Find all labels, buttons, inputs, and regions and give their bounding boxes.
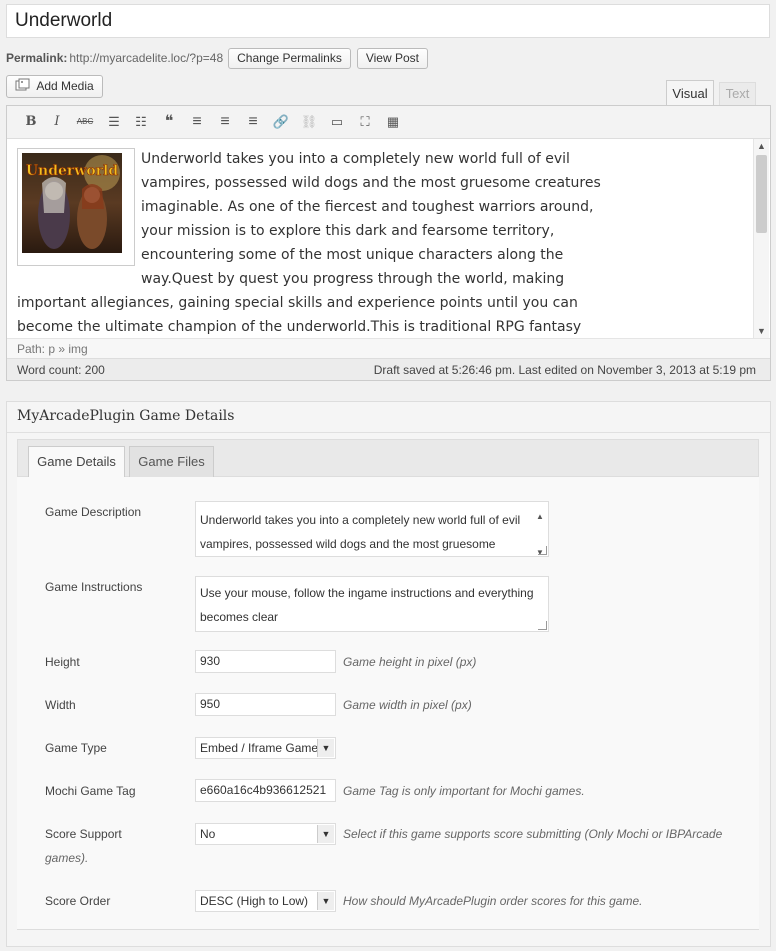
width-hint: Game width in pixel (px) [343,698,472,712]
score-order-select[interactable]: DESC (High to Low) ▼ [195,890,336,912]
score-order-hint: How should MyArcadePlugin order scores f… [343,894,643,908]
scroll-thumb[interactable] [756,155,767,233]
numbered-list-icon[interactable]: ☷ [131,112,151,132]
add-media-label: Add Media [36,79,94,93]
fullscreen-icon[interactable]: ⛶ [355,112,375,132]
blockquote-icon[interactable]: ❝ [159,112,179,132]
chevron-down-icon: ▼ [317,739,334,757]
metabox-title: MyArcadePlugin Game Details [17,408,235,424]
draft-status: Draft saved at 5:26:46 pm. Last edited o… [373,363,756,377]
height-input[interactable]: 930 [195,650,336,673]
bold-icon[interactable]: B [21,112,41,132]
editor-content-area[interactable]: Underworld Underworld takes you into a c… [7,139,755,338]
score-support-value: No [200,827,216,841]
game-description-textarea[interactable]: Underworld takes you into a completely n… [195,501,549,557]
chevron-down-icon: ▼ [317,892,334,910]
change-permalinks-button[interactable]: Change Permalinks [228,47,351,69]
score-support-select[interactable]: No ▼ [195,823,336,845]
align-right-icon[interactable]: ≡ [243,112,263,132]
unlink-icon[interactable]: ⛓ [299,112,319,132]
game-type-label: Game Type [45,741,107,755]
game-details-metabox: MyArcadePlugin Game Details Game Details… [6,401,771,947]
game-logo-text: Underworld [26,163,119,179]
italic-icon[interactable]: I [47,112,67,132]
tab-visual[interactable]: Visual [666,80,714,105]
game-thumbnail-image[interactable]: Underworld [17,148,135,266]
form-bottom-divider [17,929,759,930]
chevron-down-icon: ▼ [317,825,334,843]
score-support-label: Score Support [45,827,122,841]
editor-scrollbar[interactable]: ▲ ▼ [753,139,769,338]
game-tabs: Game Details Game Files [17,439,759,478]
view-post-button[interactable]: View Post [356,47,428,69]
score-order-label: Score Order [45,894,111,908]
game-instructions-label: Game Instructions [45,580,143,594]
game-details-form: Game Description Underworld takes you in… [17,477,759,929]
tab-game-files[interactable]: Game Files [129,446,214,477]
scroll-down-icon[interactable]: ▼ [754,324,769,338]
height-hint: Game height in pixel (px) [343,655,477,669]
permalink-row: Permalink: http://myarcadelite.loc/?p=48… [6,47,428,69]
editor-status-bar: Word count: 200 Draft saved at 5:26:46 p… [7,358,770,380]
game-instructions-value: Use your mouse, follow the ingame instru… [200,586,534,624]
game-instructions-textarea[interactable]: Use your mouse, follow the ingame instru… [195,576,549,632]
post-title-input[interactable]: Underworld [6,4,770,38]
mochi-tag-label: Mochi Game Tag [45,784,136,798]
game-description-value: Underworld takes you into a completely n… [200,513,521,551]
resize-grip-icon[interactable] [538,621,547,630]
tab-text[interactable]: Text [719,82,756,105]
media-icon [15,78,31,96]
game-description-label: Game Description [45,505,142,519]
link-icon[interactable]: 🔗 [271,112,291,132]
mochi-tag-input[interactable]: e660a16c4b936612521 [195,779,336,802]
align-left-icon[interactable]: ≡ [187,112,207,132]
score-support-hint: Select if this game supports score submi… [343,827,723,841]
more-tag-icon[interactable]: ▭ [327,112,347,132]
editor-toolbar: B I ABC ☰ ☷ ❝ ≡ ≡ ≡ 🔗 ⛓ ▭ ⛶ ▦ [7,106,770,139]
align-center-icon[interactable]: ≡ [215,112,235,132]
game-type-select[interactable]: Embed / Iframe Game ▼ [195,737,336,759]
permalink-url[interactable]: http://myarcadelite.loc/?p=48 [69,51,223,65]
mochi-tag-hint: Game Tag is only important for Mochi gam… [343,784,585,798]
metabox-divider [7,432,770,433]
bullet-list-icon[interactable]: ☰ [104,112,124,132]
width-input[interactable]: 950 [195,693,336,716]
strikethrough-icon[interactable]: ABC [75,112,95,132]
height-label: Height [45,655,80,669]
permalink-label: Permalink: [6,51,68,65]
score-support-hint-continued: games). [45,851,89,865]
content-editor: B I ABC ☰ ☷ ❝ ≡ ≡ ≡ 🔗 ⛓ ▭ ⛶ ▦ Underworld… [6,105,771,381]
editor-path: Path: p » img [7,338,770,358]
word-count: Word count: 200 [17,363,105,377]
resize-grip-icon[interactable] [538,546,547,555]
add-media-button[interactable]: Add Media [6,75,103,98]
scroll-up-icon[interactable]: ▲ [754,139,769,153]
score-order-value: DESC (High to Low) [200,894,309,908]
kitchen-sink-icon[interactable]: ▦ [383,112,403,132]
game-type-value: Embed / Iframe Game [200,741,319,755]
tab-game-details[interactable]: Game Details [28,446,125,478]
width-label: Width [45,698,76,712]
